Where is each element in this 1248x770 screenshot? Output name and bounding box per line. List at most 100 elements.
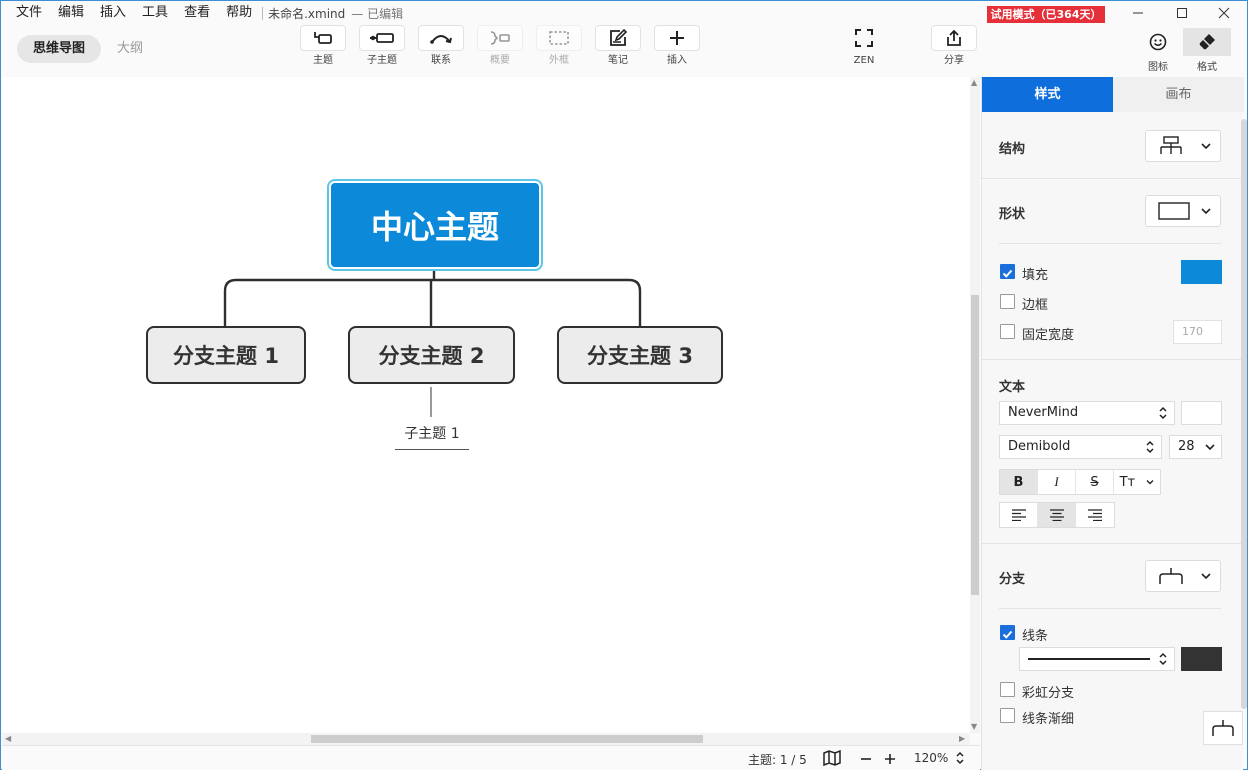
align-right-button[interactable] [1076,503,1114,527]
insert-tool[interactable]: 插入 [653,25,701,67]
close-button[interactable] [1201,1,1247,25]
zoom-stepper-icon[interactable] [955,750,965,770]
topic-tool-label: 主题 [313,55,333,66]
shape-dropdown[interactable] [1145,195,1221,227]
solid-line-icon [1028,658,1150,660]
scroll-up-arrow-icon[interactable]: ▲ [971,78,977,87]
rainbow-branch-label: 彩虹分支 [1022,686,1075,701]
topic-count: 主题: 1 / 5 [748,753,807,767]
structure-dropdown[interactable] [1145,130,1221,162]
menu-bar: 文件 编辑 插入 工具 查看 帮助 未命名.xmind — 已编辑 [1,1,981,25]
share-tool-button[interactable] [931,25,977,51]
fixed-width-checkbox[interactable] [1000,324,1015,339]
zoom-out-icon[interactable] [859,751,873,770]
menu-tools[interactable]: 工具 [133,1,175,25]
menu-insert[interactable]: 插入 [91,1,133,25]
mindmap-canvas[interactable]: 中心主题 分支主题 1 分支主题 2 分支主题 3 子主题 1 [2,77,970,733]
fullscreen-icon [855,29,873,47]
maximize-icon [1177,8,1187,18]
mindmap-mode-button[interactable]: 思维导图 [17,35,102,63]
outline-mode-button[interactable]: 大纲 [101,35,159,63]
shape-label: 形状 [999,207,1026,222]
text-style-group: B I S Tт [999,469,1161,495]
trial-mode-badge[interactable]: 试用模式（已364天） [987,6,1105,23]
insert-tool-button[interactable] [654,25,700,51]
relation-tool[interactable]: 联系 [417,25,465,67]
canvas-vertical-scrollbar[interactable]: ▲ ▼ [970,77,980,733]
summary-tool-button[interactable] [477,25,523,51]
text-color-swatch[interactable] [1181,401,1222,425]
align-center-button[interactable] [1038,503,1076,527]
checkmark-icon [1002,630,1013,639]
topic-tool-button[interactable] [300,25,346,51]
font-weight-select[interactable]: Demibold [999,435,1162,459]
format-panel-toggle[interactable]: 格式 [1183,28,1231,73]
text-section-label: 文本 [999,380,1026,395]
format-panel-button[interactable] [1183,28,1231,56]
subtopic-tool[interactable]: 子主题 [358,25,406,67]
zen-tool-button[interactable] [841,25,887,51]
share-tool[interactable]: 分享 [930,25,978,67]
subtopic-node[interactable]: 子主题 1 [395,423,469,450]
canvas-horizontal-scrollbar[interactable]: ◀ ▶ [2,733,970,745]
bold-button[interactable]: B [1000,470,1038,494]
line-checkbox[interactable] [1000,625,1015,640]
relation-tool-button[interactable] [418,25,464,51]
branch-topic-1[interactable]: 分支主题 1 [146,326,306,384]
boundary-tool[interactable]: 外框 [535,25,583,67]
fixed-width-input[interactable]: 170 [1173,320,1222,344]
line-style-select[interactable] [1019,647,1175,671]
font-size-select[interactable]: 28 [1169,435,1222,459]
italic-button[interactable]: I [1038,470,1076,494]
status-bar: 主题: 1 / 5 120% [2,745,980,770]
scroll-right-arrow-icon[interactable]: ▶ [959,734,965,743]
text-case-dropdown[interactable]: Tт [1114,470,1160,494]
scroll-down-arrow-icon[interactable]: ▼ [971,722,977,731]
border-checkbox[interactable] [1000,294,1015,309]
central-topic[interactable]: 中心主题 [331,183,539,267]
branch-style-dropdown[interactable] [1145,560,1221,592]
tab-canvas[interactable]: 画布 [1113,77,1244,112]
subtopic-tool-button[interactable] [359,25,405,51]
minimize-button[interactable] [1115,1,1161,25]
note-tool-button[interactable] [595,25,641,51]
summary-brace-icon [490,31,510,45]
rainbow-branch-checkbox[interactable] [1000,682,1015,697]
format-panel-scrollbar[interactable] [1241,119,1247,709]
align-left-button[interactable] [1000,503,1038,527]
branch-topic-3[interactable]: 分支主题 3 [557,326,723,384]
relation-curve-icon [430,35,452,44]
icons-panel-toggle[interactable]: 图标 [1134,28,1182,73]
note-tool[interactable]: 笔记 [594,25,642,67]
branch-quick-button[interactable] [1203,711,1243,745]
topic-tool[interactable]: 主题 [299,25,347,67]
menu-help[interactable]: 帮助 [217,1,259,25]
font-family-value: NeverMind [1008,405,1079,420]
zoom-in-icon[interactable] [883,751,897,770]
menu-file[interactable]: 文件 [1,1,49,25]
line-label: 线条 [1022,629,1049,644]
fill-checkbox[interactable] [1000,264,1015,279]
menu-edit[interactable]: 编辑 [49,1,91,25]
vertical-scroll-thumb[interactable] [971,295,979,595]
horizontal-scroll-thumb[interactable] [311,735,703,743]
zen-tool[interactable]: ZEN [840,25,888,67]
menu-view[interactable]: 查看 [175,1,217,25]
boundary-tool-button[interactable] [536,25,582,51]
tab-style[interactable]: 样式 [982,77,1113,112]
maximize-button[interactable] [1159,1,1205,25]
fill-color-swatch[interactable] [1181,260,1222,284]
icons-panel-button[interactable] [1134,28,1182,56]
strikethrough-button[interactable]: S [1076,470,1114,494]
line-color-swatch[interactable] [1181,647,1222,671]
font-family-select[interactable]: NeverMind [999,401,1175,425]
summary-tool[interactable]: 概要 [476,25,524,67]
branch-topic-2[interactable]: 分支主题 2 [348,326,515,384]
zoom-level[interactable]: 120% [914,751,948,765]
tapered-line-checkbox[interactable] [1000,708,1015,723]
note-edit-icon [610,29,628,46]
scroll-left-arrow-icon[interactable]: ◀ [5,734,11,743]
map-overview-icon[interactable] [823,749,841,770]
divider [982,359,1244,360]
chevron-down-icon [1201,573,1211,580]
